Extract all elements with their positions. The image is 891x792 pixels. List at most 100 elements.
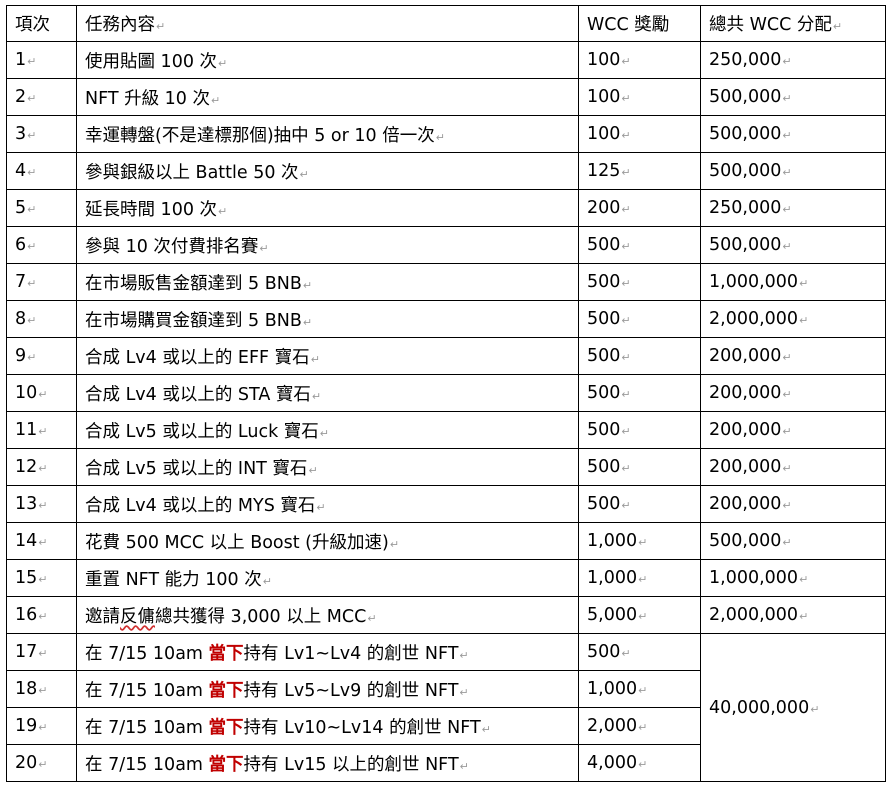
cell-item-no: 8↵ [6, 300, 77, 338]
paragraph-mark: ↵ [782, 166, 792, 179]
header-total: 總共 WCC 分配↵ [700, 5, 886, 42]
paragraph-mark: ↵ [308, 463, 318, 477]
cell-item-no: 10↵ [6, 374, 77, 412]
highlight-now-text: 當下 [208, 643, 244, 664]
cell-task: 參與銀級以上 Battle 50 次↵ [76, 152, 579, 190]
cell-item-no: 16↵ [6, 596, 77, 634]
cell-reward: 100↵ [578, 115, 701, 153]
paragraph-mark: ↵ [782, 92, 792, 105]
cell-reward: 500↵ [578, 337, 701, 375]
table-row: 16↵ 邀請反傭總共獲得 3,000 以上 MCC↵ 5,000↵ 2,000,000… [6, 596, 886, 634]
paragraph-mark: ↵ [621, 55, 631, 68]
paragraph-mark: ↵ [621, 92, 631, 105]
paragraph-mark: ↵ [218, 204, 228, 218]
paragraph-mark: ↵ [27, 277, 37, 290]
cell-total: 200,000↵ [700, 485, 886, 523]
table-row: 7↵ 在市場販售金額達到 5 BNB↵ 500↵ 1,000,000↵ [6, 263, 886, 301]
cell-item-no: 1↵ [6, 41, 77, 79]
paragraph-mark: ↵ [621, 240, 631, 253]
paragraph-mark: ↵ [621, 462, 631, 475]
table-row: 5↵ 延長時間 100 次↵ 200↵ 250,000↵ [6, 189, 886, 227]
paragraph-mark: ↵ [319, 426, 329, 440]
paragraph-mark: ↵ [27, 166, 37, 179]
cell-reward: 1,000↵ [578, 670, 701, 708]
table-row: 14↵ 花費 500 MCC 以上 Boost (升級加速)↵ 1,000↵ 500,… [6, 522, 886, 560]
cell-task: 使用貼圖 100 次↵ [76, 41, 579, 79]
table-row: 11↵ 合成 Lv5 或以上的 Luck 寶石↵ 500↵ 200,000↵ [6, 411, 886, 449]
cell-item-no: 11↵ [6, 411, 77, 449]
paragraph-mark: ↵ [38, 647, 48, 660]
header-item-no: 項次 [6, 5, 77, 42]
cell-total: 2,000,000↵ [700, 300, 886, 338]
paragraph-mark: ↵ [27, 92, 37, 105]
cell-total: 200,000↵ [700, 337, 886, 375]
cell-task: NFT 升級 10 次↵ [76, 78, 579, 116]
cell-reward: 5,000↵ [578, 596, 701, 634]
paragraph-mark: ↵ [27, 203, 37, 216]
cell-task: 合成 Lv4 或以上的 EFF 寶石↵ [76, 337, 579, 375]
cell-reward: 500↵ [578, 633, 701, 671]
paragraph-mark: ↵ [782, 536, 792, 549]
paragraph-mark: ↵ [302, 315, 313, 329]
cell-reward: 1,000↵ [578, 522, 701, 560]
cell-reward: 200↵ [578, 189, 701, 227]
table-row: 12↵ 合成 Lv5 或以上的 INT 寶石↵ 500↵ 200,000↵ [6, 448, 886, 486]
header-reward: WCC 獎勵 [578, 5, 701, 42]
paragraph-mark: ↵ [302, 278, 313, 292]
paragraph-mark: ↵ [27, 240, 37, 253]
cell-total: 1,000,000↵ [700, 263, 886, 301]
table-row: 6↵ 參與 10 次付費排名賽↵ 500↵ 500,000↵ [6, 226, 886, 264]
cell-item-no: 2↵ [6, 78, 77, 116]
table-row: 4↵ 參與銀級以上 Battle 50 次↵ 125↵ 500,000↵ [6, 152, 886, 190]
cell-item-no: 13↵ [6, 485, 77, 523]
cell-item-no: 3↵ [6, 115, 77, 153]
table-row: 3↵ 幸運轉盤(不是達標那個)抽中 5 or 10 倍一次↵ 100↵ 500,000… [6, 115, 886, 153]
cell-total: 250,000↵ [700, 41, 886, 79]
cell-total: 500,000↵ [700, 226, 886, 264]
paragraph-mark: ↵ [621, 499, 631, 512]
paragraph-mark: ↵ [38, 684, 48, 697]
paragraph-mark: ↵ [782, 129, 792, 142]
paragraph-mark: ↵ [621, 388, 631, 401]
paragraph-mark: ↵ [211, 93, 221, 107]
cell-task: 延長時間 100 次↵ [76, 189, 579, 227]
cell-task: 在 7/15 10am 當下持有 Lv15 以上的創世 NFT↵ [76, 744, 579, 782]
cell-item-no: 5↵ [6, 189, 77, 227]
paragraph-mark: ↵ [38, 499, 48, 512]
highlight-now-text: 當下 [208, 717, 244, 738]
cell-total: 500,000↵ [700, 115, 886, 153]
cell-task: 合成 Lv5 或以上的 INT 寶石↵ [76, 448, 579, 486]
header-task: 任務內容↵ [76, 5, 579, 42]
spellcheck-underlined-text: 反傭 [120, 606, 155, 627]
cell-reward: 1,000↵ [578, 559, 701, 597]
table-row: 9↵ 合成 Lv4 或以上的 EFF 寶石↵ 500↵ 200,000↵ [6, 337, 886, 375]
cell-total: 500,000↵ [700, 152, 886, 190]
paragraph-mark: ↵ [27, 55, 37, 68]
cell-task: 合成 Lv5 或以上的 Luck 寶石↵ [76, 411, 579, 449]
paragraph-mark: ↵ [638, 758, 648, 771]
cell-reward: 500↵ [578, 448, 701, 486]
cell-total: 200,000↵ [700, 448, 886, 486]
cell-item-no: 4↵ [6, 152, 77, 190]
cell-task: 邀請反傭總共獲得 3,000 以上 MCC↵ [76, 596, 579, 634]
cell-total: 200,000↵ [700, 374, 886, 412]
cell-task: 合成 Lv4 或以上的 MYS 寶石↵ [76, 485, 579, 523]
cell-item-no: 18↵ [6, 670, 77, 708]
table-row: 2↵ NFT 升級 10 次↵ 100↵ 500,000↵ [6, 78, 886, 116]
cell-reward: 500↵ [578, 374, 701, 412]
table-row: 10↵ 合成 Lv4 或以上的 STA 寶石↵ 500↵ 200,000↵ [6, 374, 886, 412]
task-reward-table: 項次 任務內容↵ WCC 獎勵 總共 WCC 分配↵ 1↵ 使用貼圖 100 次↵… [6, 5, 886, 782]
paragraph-mark: ↵ [638, 610, 648, 623]
cell-total: 500,000↵ [700, 78, 886, 116]
table-row: 13↵ 合成 Lv4 或以上的 MYS 寶石↵ 500↵ 200,000↵ [6, 485, 886, 523]
paragraph-mark: ↵ [799, 314, 809, 327]
paragraph-mark: ↵ [459, 648, 469, 662]
paragraph-mark: ↵ [218, 56, 228, 70]
cell-task: 在 7/15 10am 當下持有 Lv10~Lv14 的創世 NFT↵ [76, 707, 579, 745]
cell-task: 在 7/15 10am 當下持有 Lv5~Lv9 的創世 NFT↵ [76, 670, 579, 708]
paragraph-mark: ↵ [27, 129, 37, 142]
paragraph-mark: ↵ [367, 611, 377, 625]
cell-reward: 125↵ [578, 152, 701, 190]
paragraph-mark: ↵ [638, 573, 648, 586]
cell-total: 1,000,000↵ [700, 559, 886, 597]
